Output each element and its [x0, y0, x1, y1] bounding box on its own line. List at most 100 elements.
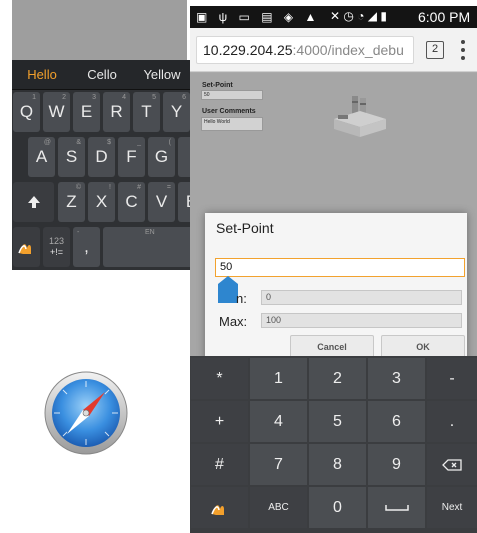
- min-label: n:: [236, 291, 247, 306]
- key-label: A: [35, 147, 48, 166]
- safari-compass-icon: [44, 371, 128, 455]
- key-x[interactable]: ! X: [88, 182, 115, 222]
- next-key[interactable]: Next: [427, 487, 477, 528]
- key-row-3: © Z ! X # C = V B: [12, 182, 192, 226]
- key-hint: =: [166, 184, 171, 191]
- shift-arrow-icon: [27, 196, 40, 208]
- key-f[interactable]: _ F: [118, 137, 145, 177]
- text-cursor-handle-icon[interactable]: [218, 276, 238, 303]
- status-time: 6:00 PM: [418, 9, 471, 25]
- key-asterisk[interactable]: *: [191, 358, 248, 399]
- dialog-title: Set-Point: [216, 220, 274, 236]
- min-field[interactable]: 0: [261, 290, 462, 305]
- key-z[interactable]: © Z: [58, 182, 85, 222]
- system-icons: ✕ ◷ ◔ ◢ ▮: [330, 9, 387, 23]
- tabs-button[interactable]: 2: [426, 41, 444, 59]
- key-label: S: [65, 147, 78, 166]
- key-2[interactable]: 2: [309, 358, 366, 399]
- key-label: Z: [66, 192, 77, 211]
- swype-keyboard: Hello Cello Yellow 1Q 2W 3E 4R 5T 6Y @ A …: [12, 60, 192, 270]
- key-6[interactable]: 6: [368, 401, 425, 442]
- setpoint-page-label: Set-Point: [202, 82, 233, 89]
- key-hint: $: [107, 139, 111, 146]
- max-field[interactable]: 100: [261, 313, 462, 328]
- swype-hand-icon: [17, 244, 31, 254]
- shift-key[interactable]: [13, 182, 54, 222]
- swype-key[interactable]: [191, 487, 248, 528]
- key-label: W: [48, 102, 65, 121]
- notification-icons: ▣ ψ ▭ ▤ ◈ ▲: [196, 10, 321, 24]
- key-5[interactable]: 5: [309, 401, 366, 442]
- backspace-icon: [442, 458, 462, 471]
- key-hint: !: [109, 184, 111, 191]
- suggestion-bar: Hello Cello Yellow: [12, 60, 192, 90]
- key-hint: -: [77, 229, 80, 236]
- suggestion-hello[interactable]: Hello: [12, 67, 72, 82]
- space-key[interactable]: [368, 487, 425, 528]
- comma-key[interactable]: -,: [73, 227, 100, 267]
- space-key[interactable]: EN: [103, 227, 192, 267]
- key-d[interactable]: $ D: [88, 137, 115, 177]
- backspace-key[interactable]: [427, 444, 477, 485]
- key-label: T: [141, 102, 152, 121]
- key-q[interactable]: 1Q: [13, 92, 40, 132]
- key-hint: ©: [75, 184, 81, 191]
- key-row-2: @ A & S $ D _ F (G: [12, 137, 192, 181]
- suggestion-cello[interactable]: Cello: [72, 67, 132, 82]
- key-4[interactable]: 4: [250, 401, 307, 442]
- key-label: E: [80, 102, 93, 121]
- key-g[interactable]: (G: [148, 137, 175, 177]
- key-s[interactable]: & S: [58, 137, 85, 177]
- key-e[interactable]: 3E: [73, 92, 100, 132]
- key-hint: 1: [32, 94, 36, 101]
- key-label: Y: [170, 102, 183, 121]
- key-0[interactable]: 0: [309, 487, 366, 528]
- key-9[interactable]: 9: [368, 444, 425, 485]
- key-3[interactable]: 3: [368, 358, 425, 399]
- key-row-1: 1Q 2W 3E 4R 5T 6Y: [12, 92, 192, 136]
- key-label: F: [126, 147, 137, 166]
- key-7[interactable]: 7: [250, 444, 307, 485]
- setpoint-input[interactable]: 50: [215, 258, 465, 277]
- key-hint: 2: [62, 94, 66, 101]
- key-label: ,: [84, 237, 89, 256]
- key-a[interactable]: @ A: [28, 137, 55, 177]
- numeric-keyboard: * 1 2 3 - + 4 5 6 . # 7 8 9 ABC 0 Next: [190, 356, 477, 533]
- key-label: G: [154, 147, 169, 166]
- url-field[interactable]: 10.229.204.25:4000/index_debu: [196, 36, 414, 64]
- max-label: Max:: [219, 314, 248, 329]
- screenshot-canvas: Hello Cello Yellow 1Q 2W 3E 4R 5T 6Y @ A …: [0, 0, 477, 533]
- swype-key[interactable]: [13, 227, 40, 267]
- key-hint: #: [137, 184, 141, 191]
- key-8[interactable]: 8: [309, 444, 366, 485]
- key-hint: (: [168, 139, 171, 146]
- key-hint: _: [137, 139, 141, 146]
- setpoint-dialog: Set-Point 50 n: 0 Max: 100 Cancel OK: [205, 213, 467, 375]
- key-1[interactable]: 1: [250, 358, 307, 399]
- phone-screen: ▣ ψ ▭ ▤ ◈ ▲ ✕ ◷ ◔ ◢ ▮ 6:00 PM 10.229.204…: [190, 6, 477, 533]
- key-w[interactable]: 2W: [43, 92, 70, 132]
- key-period[interactable]: .: [427, 401, 477, 442]
- key-hint: 3: [92, 94, 96, 101]
- factory-building-icon: [334, 96, 386, 137]
- symbols-key[interactable]: 123 +!=: [43, 227, 70, 267]
- suggestion-yellow[interactable]: Yellow: [132, 67, 192, 82]
- abc-key[interactable]: ABC: [250, 487, 307, 528]
- keyboard-screenshot-top: [12, 0, 187, 60]
- key-label: R: [110, 102, 123, 121]
- key-r[interactable]: 4R: [103, 92, 130, 132]
- key-t[interactable]: 5T: [133, 92, 160, 132]
- key-v[interactable]: = V: [148, 182, 175, 222]
- key-hash[interactable]: #: [191, 444, 248, 485]
- setpoint-page-field[interactable]: 50: [201, 90, 263, 100]
- key-row-4: 123 +!= -, EN: [12, 227, 192, 270]
- key-c[interactable]: # C: [118, 182, 145, 222]
- url-path: :4000/index_debu: [292, 42, 404, 58]
- key-minus[interactable]: -: [427, 358, 477, 399]
- key-y[interactable]: 6Y: [163, 92, 190, 132]
- overflow-menu-icon[interactable]: [460, 40, 466, 60]
- symbols-label: +!=: [49, 247, 63, 257]
- swype-hand-icon: [210, 504, 224, 515]
- comments-page-field[interactable]: Hello World: [201, 117, 263, 131]
- key-plus[interactable]: +: [191, 401, 248, 442]
